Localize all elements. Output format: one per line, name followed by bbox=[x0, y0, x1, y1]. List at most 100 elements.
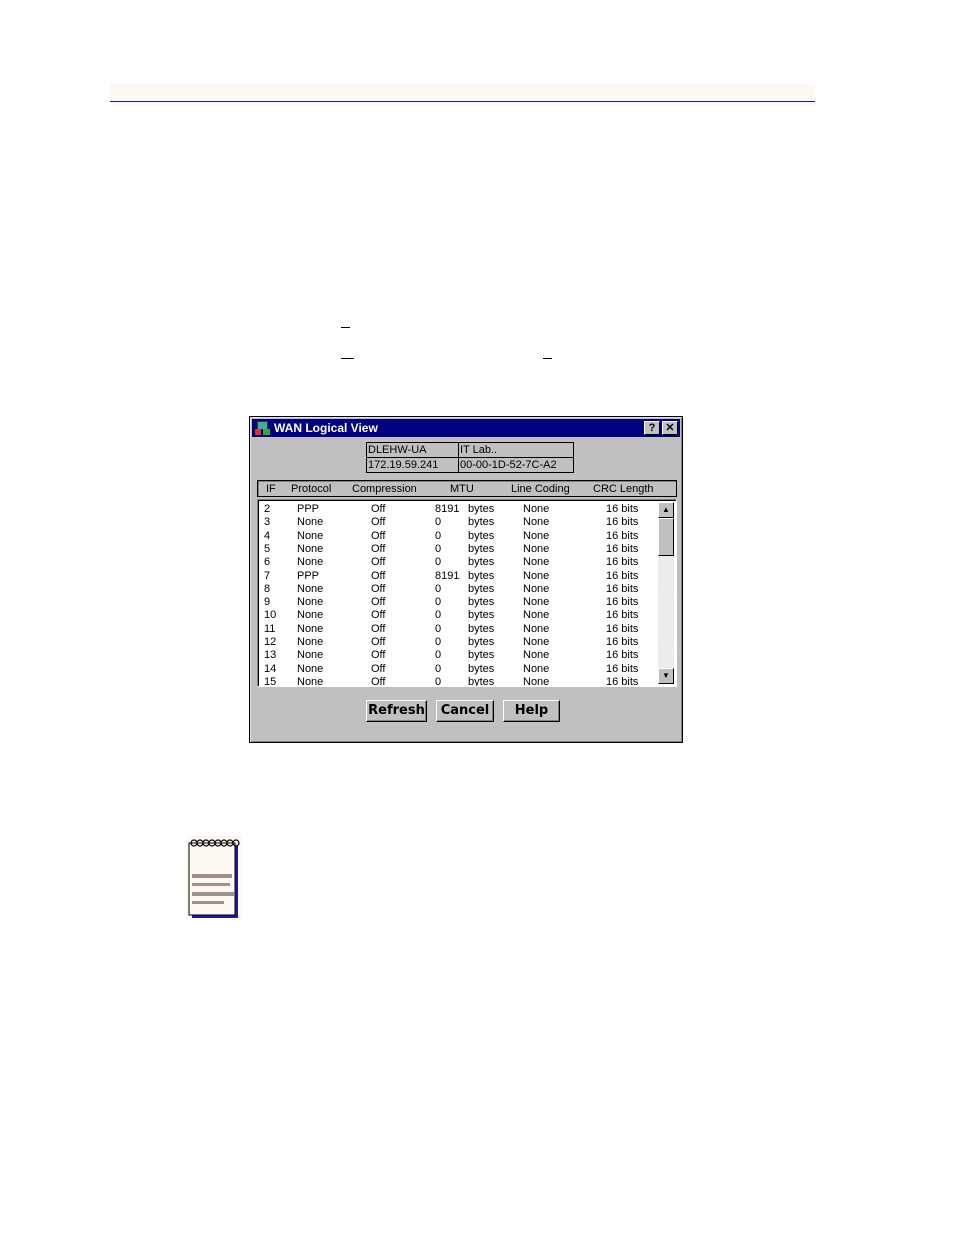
row-if: 2 bbox=[264, 503, 271, 515]
row-mtu: 0 bbox=[435, 675, 442, 687]
row-if: 4 bbox=[264, 529, 271, 542]
table-row[interactable]: 13 None Off 0 bytes None 16 bits bbox=[258, 649, 658, 662]
table-row[interactable]: 10 None Off 0 bytes None 16 bits bbox=[258, 609, 658, 622]
title-bar[interactable]: WAN Logical View ? ✕ bbox=[252, 419, 680, 437]
row-line-coding: None bbox=[523, 596, 550, 609]
row-compression: Off bbox=[371, 529, 386, 542]
row-mtu: 0 bbox=[435, 662, 442, 675]
table-row[interactable]: 4 None Off 0 bytes None 16 bits bbox=[258, 530, 658, 543]
wan-logical-view-dialog: WAN Logical View ? ✕ DLEHW-UA IT Lab.. 1… bbox=[249, 416, 683, 743]
row-if: 6 bbox=[264, 556, 271, 569]
row-line-coding: None bbox=[523, 649, 550, 662]
row-line-coding: None bbox=[523, 662, 550, 675]
row-crc: 16 bits bbox=[606, 636, 639, 648]
row-mtu: 0 bbox=[435, 596, 442, 609]
row-compression: Off bbox=[371, 556, 386, 569]
table-row[interactable]: 11 None Off 0 bytes None 16 bits bbox=[258, 623, 658, 636]
table-row[interactable]: 2 PPP Off 8191 bytes None 16 bits bbox=[258, 503, 658, 516]
row-if: 11 bbox=[264, 622, 276, 635]
row-line-coding: None bbox=[523, 622, 550, 635]
row-crc: 16 bits bbox=[606, 542, 639, 555]
row-crc: 16 bits bbox=[606, 516, 639, 529]
row-mtu-unit: bytes bbox=[468, 516, 495, 529]
row-crc: 16 bits bbox=[606, 556, 639, 569]
table-row[interactable]: 3 None Off 0 bytes None 16 bits bbox=[258, 516, 658, 529]
vertical-scrollbar[interactable]: ▲ ▼ bbox=[658, 502, 674, 684]
row-protocol: None bbox=[297, 529, 324, 542]
interface-list[interactable]: 15 None Off 0 bytes None 16 bits 14 None Off 0 byte… bbox=[257, 499, 677, 687]
row-mtu: 8191 bbox=[435, 503, 460, 515]
scroll-thumb[interactable] bbox=[658, 518, 674, 556]
row-mtu-unit: bytes bbox=[468, 649, 495, 662]
table-row[interactable]: 14 None Off 0 bytes None 16 bits bbox=[258, 663, 658, 676]
row-compression: Off bbox=[371, 609, 386, 622]
row-mtu: 0 bbox=[435, 516, 442, 529]
row-line-coding: None bbox=[523, 582, 550, 595]
row-mtu: 0 bbox=[435, 609, 442, 622]
table-row[interactable]: 6 None Off 0 bytes None 16 bits bbox=[258, 556, 658, 569]
row-mtu-unit: bytes bbox=[468, 582, 495, 595]
row-mtu: 0 bbox=[435, 556, 442, 569]
row-line-coding: None bbox=[523, 503, 550, 515]
row-if: 14 bbox=[264, 662, 277, 675]
row-compression: Off bbox=[371, 662, 386, 675]
row-crc: 16 bits bbox=[606, 662, 639, 675]
row-compression: Off bbox=[371, 675, 386, 687]
row-mtu: 8191 bbox=[435, 569, 460, 582]
row-line-coding: None bbox=[523, 556, 550, 569]
row-crc: 16 bits bbox=[606, 622, 639, 635]
table-row[interactable]: 15 None Off 0 bytes None 16 bits bbox=[258, 675, 658, 687]
row-crc: 16 bits bbox=[606, 529, 639, 542]
col-crc-length: CRC Length bbox=[593, 483, 654, 495]
row-protocol: None bbox=[297, 516, 324, 529]
dialog-title: WAN Logical View bbox=[274, 421, 378, 435]
row-if: 15 bbox=[264, 675, 277, 687]
device-name: DLEHW-UA bbox=[366, 442, 459, 458]
row-if: 3 bbox=[264, 516, 271, 529]
row-protocol: None bbox=[297, 556, 324, 569]
row-mtu: 0 bbox=[435, 542, 442, 555]
row-compression: Off bbox=[371, 636, 386, 648]
row-mtu-unit: bytes bbox=[468, 596, 495, 609]
row-line-coding: None bbox=[523, 516, 550, 529]
row-mtu-unit: bytes bbox=[468, 542, 495, 555]
col-mtu: MTU bbox=[450, 483, 474, 495]
row-if: 12 bbox=[264, 636, 277, 648]
row-compression: Off bbox=[371, 503, 386, 515]
table-row[interactable]: 8 None Off 0 bytes None 16 bits bbox=[258, 583, 658, 596]
table-row[interactable]: 5 None Off 0 bytes None 16 bits bbox=[258, 543, 658, 556]
row-if: 13 bbox=[264, 649, 277, 662]
device-location: IT Lab.. bbox=[458, 442, 574, 458]
scroll-up-button[interactable]: ▲ bbox=[658, 502, 674, 518]
row-protocol: None bbox=[297, 622, 324, 635]
device-info-table: DLEHW-UA IT Lab.. 172.19.59.241 00-00-1D… bbox=[366, 442, 574, 473]
app-icon bbox=[255, 420, 271, 436]
table-row[interactable]: 12 None Off 0 bytes None 16 bits bbox=[258, 636, 658, 649]
underline-mark bbox=[341, 327, 350, 328]
row-if: 8 bbox=[264, 582, 271, 595]
help-title-button[interactable]: ? bbox=[644, 421, 660, 435]
row-mtu: 0 bbox=[435, 636, 442, 648]
row-mtu-unit: bytes bbox=[468, 556, 495, 569]
table-row[interactable]: 9 None Off 0 bytes None 16 bits bbox=[258, 596, 658, 609]
row-if: 9 bbox=[264, 596, 271, 609]
cancel-button[interactable]: Cancel bbox=[436, 700, 494, 722]
page-header-rule bbox=[110, 101, 815, 102]
scroll-down-button[interactable]: ▼ bbox=[658, 668, 674, 684]
row-protocol: None bbox=[297, 582, 324, 595]
col-protocol: Protocol bbox=[291, 483, 332, 495]
row-mtu-unit: bytes bbox=[468, 529, 495, 542]
row-mtu: 0 bbox=[435, 529, 442, 542]
row-crc: 16 bits bbox=[606, 569, 639, 582]
table-row[interactable]: 7 PPP Off 8191 bytes None 16 bits bbox=[258, 570, 658, 583]
row-compression: Off bbox=[371, 649, 386, 662]
row-crc: 16 bits bbox=[606, 582, 639, 595]
column-header: IF Protocol Compression MTU Line Coding … bbox=[257, 480, 677, 497]
row-mtu-unit: bytes bbox=[468, 662, 495, 675]
row-line-coding: None bbox=[523, 636, 550, 648]
close-button[interactable]: ✕ bbox=[662, 421, 678, 435]
refresh-button[interactable]: Refresh bbox=[366, 700, 427, 722]
row-mtu: 0 bbox=[435, 582, 442, 595]
help-button[interactable]: Help bbox=[503, 700, 560, 722]
row-mtu-unit: bytes bbox=[468, 622, 495, 635]
